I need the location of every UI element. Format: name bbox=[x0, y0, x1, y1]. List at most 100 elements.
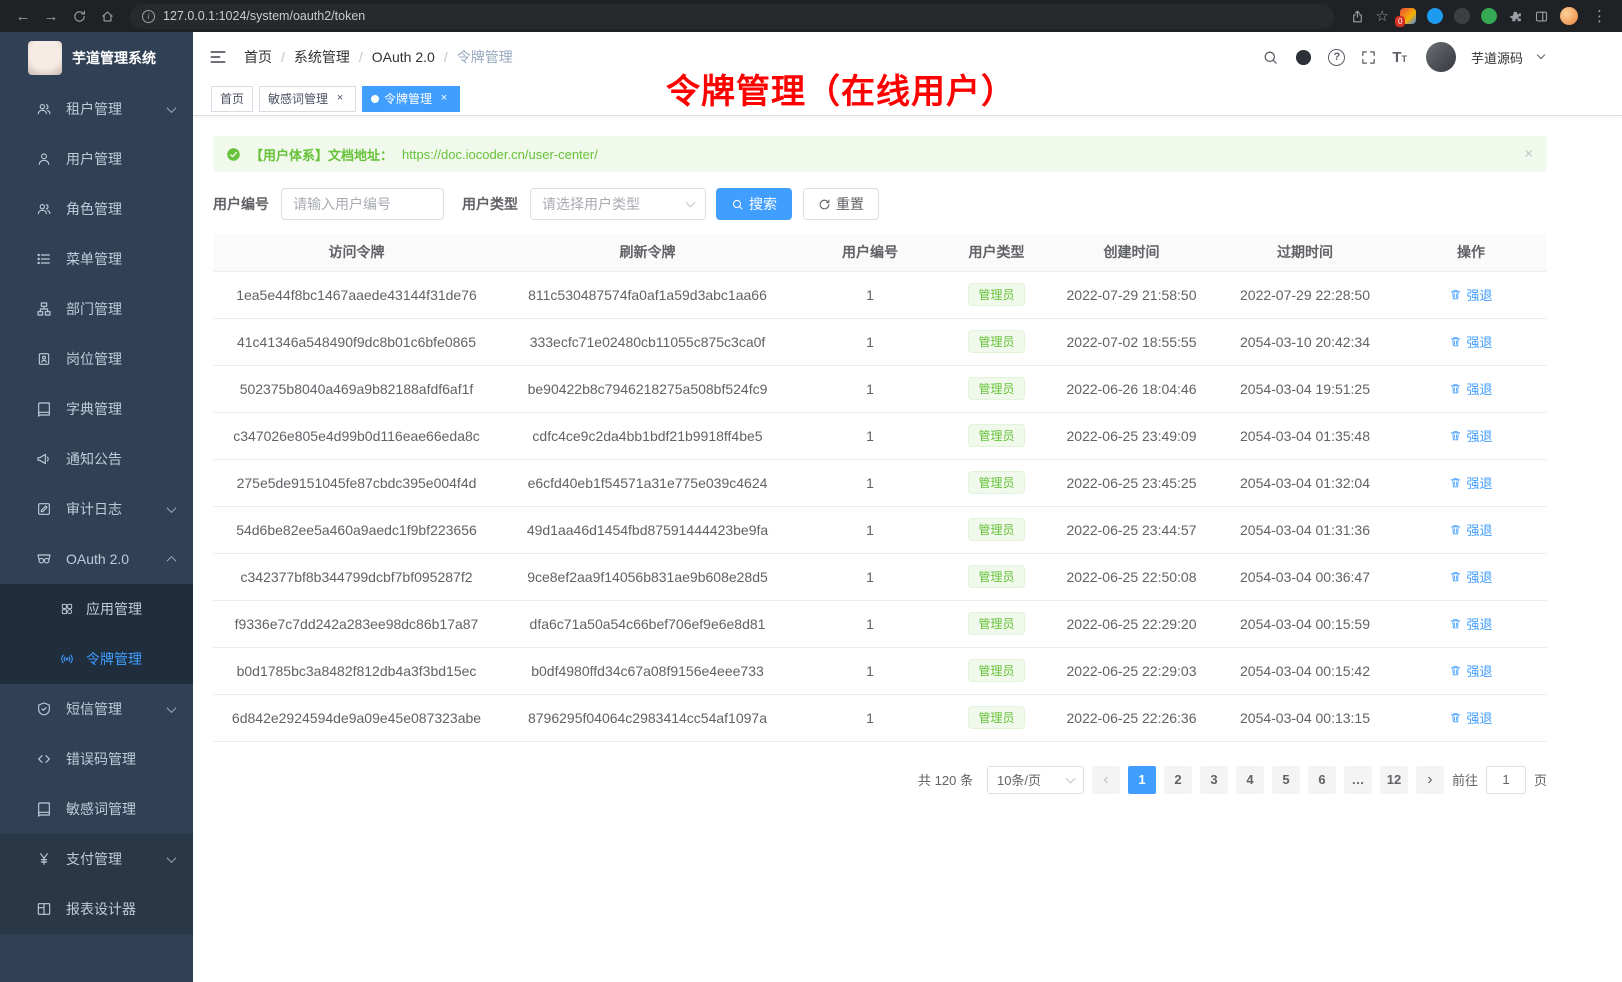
tab-close-icon[interactable]: × bbox=[437, 92, 451, 106]
browser-profile-avatar[interactable] bbox=[1560, 7, 1578, 25]
force-logout-button[interactable]: 强退 bbox=[1449, 285, 1492, 304]
tab-sensitive-words[interactable]: 敏感词管理 × bbox=[259, 86, 356, 112]
sidebar-item[interactable]: 用户管理 bbox=[0, 134, 193, 184]
table-row: 1ea5e44f8bc1467aaede43144f31de76 811c530… bbox=[213, 271, 1547, 318]
page-button[interactable]: 6 bbox=[1308, 766, 1336, 794]
sidebar-item[interactable]: 菜单管理 bbox=[0, 234, 193, 284]
extension-icon-green[interactable] bbox=[1481, 8, 1497, 24]
force-logout-button[interactable]: 强退 bbox=[1449, 379, 1492, 398]
user-type-cell: 管理员 bbox=[945, 600, 1048, 647]
breadcrumb: 首页 / 系统管理 / OAuth 2.0 / 令牌管理 bbox=[244, 47, 513, 67]
reset-button[interactable]: 重置 bbox=[803, 188, 879, 220]
extension-icon-blue[interactable] bbox=[1427, 8, 1443, 24]
help-icon[interactable]: ? bbox=[1328, 49, 1345, 66]
force-logout-button[interactable]: 强退 bbox=[1449, 614, 1492, 633]
force-logout-label: 强退 bbox=[1466, 614, 1492, 633]
url-bar[interactable]: i 127.0.0.1:1024/system/oauth2/token bbox=[130, 4, 1334, 29]
breadcrumb-item[interactable]: 系统管理 bbox=[294, 47, 350, 67]
breadcrumb-item[interactable]: 首页 bbox=[244, 47, 272, 67]
force-logout-button[interactable]: 强退 bbox=[1449, 473, 1492, 492]
side-panel-icon[interactable] bbox=[1534, 9, 1549, 24]
sidebar-item[interactable]: 岗位管理 bbox=[0, 334, 193, 384]
page-button[interactable]: 2 bbox=[1164, 766, 1192, 794]
page-button[interactable]: 1 bbox=[1128, 766, 1156, 794]
user-avatar[interactable] bbox=[1426, 42, 1456, 72]
browser-forward-button[interactable]: → bbox=[38, 3, 64, 29]
app-icon bbox=[60, 602, 74, 616]
page-size-select[interactable]: 10条/页 bbox=[987, 766, 1084, 794]
page-ellipsis[interactable]: … bbox=[1344, 766, 1372, 794]
share-icon[interactable] bbox=[1350, 9, 1365, 24]
force-logout-label: 强退 bbox=[1466, 379, 1492, 398]
sidebar-item[interactable]: 部门管理 bbox=[0, 284, 193, 334]
page-button[interactable]: 4 bbox=[1236, 766, 1264, 794]
sidebar-item[interactable]: 短信管理 bbox=[0, 684, 193, 734]
action-cell: 强退 bbox=[1395, 459, 1547, 506]
force-logout-button[interactable]: 强退 bbox=[1449, 520, 1492, 539]
site-info-icon[interactable]: i bbox=[142, 10, 155, 23]
next-page-button[interactable]: › bbox=[1416, 766, 1444, 794]
search-icon[interactable] bbox=[1262, 49, 1279, 66]
browser-reload-button[interactable] bbox=[66, 3, 92, 29]
search-button[interactable]: 搜索 bbox=[716, 188, 792, 220]
breadcrumb-item[interactable]: OAuth 2.0 bbox=[372, 49, 435, 65]
sidebar-item[interactable]: 通知公告 bbox=[0, 434, 193, 484]
force-logout-button[interactable]: 强退 bbox=[1449, 567, 1492, 586]
extension-icon-dark[interactable] bbox=[1454, 8, 1470, 24]
tab-label: 敏感词管理 bbox=[268, 90, 328, 107]
signal-icon bbox=[60, 652, 74, 666]
sidebar-item[interactable]: 角色管理 bbox=[0, 184, 193, 234]
alert-close-icon[interactable]: × bbox=[1524, 146, 1533, 163]
access-token-cell: 502375b8040a469a9b82188afdf6af1f bbox=[213, 365, 500, 412]
doc-link[interactable]: https://doc.iocoder.cn/user-center/ bbox=[402, 147, 598, 162]
force-logout-label: 强退 bbox=[1466, 285, 1492, 304]
goto-page-input[interactable] bbox=[1486, 766, 1526, 794]
book-icon bbox=[36, 401, 52, 417]
font-size-icon[interactable]: TT bbox=[1392, 50, 1407, 65]
force-logout-button[interactable]: 强退 bbox=[1449, 426, 1492, 445]
force-logout-button[interactable]: 强退 bbox=[1449, 708, 1492, 727]
app-logo: 芋道管理系统 bbox=[0, 32, 193, 84]
page-button[interactable]: 12 bbox=[1380, 766, 1408, 794]
refresh-token-cell: dfa6c71a50a54c66bef706ef9e6e8d81 bbox=[500, 600, 795, 647]
user-id-cell: 1 bbox=[795, 412, 945, 459]
fullscreen-icon[interactable] bbox=[1360, 49, 1377, 66]
github-icon[interactable] bbox=[1294, 48, 1313, 67]
access-token-cell: 1ea5e44f8bc1467aaede43144f31de76 bbox=[213, 271, 500, 318]
force-logout-button[interactable]: 强退 bbox=[1449, 332, 1492, 351]
chevron-down-icon[interactable] bbox=[1537, 51, 1545, 59]
user-type-badge: 管理员 bbox=[968, 565, 1024, 588]
success-check-icon bbox=[226, 147, 241, 162]
browser-menu-icon[interactable]: ⋮ bbox=[1589, 7, 1610, 25]
sidebar-item[interactable]: 审计日志 bbox=[0, 484, 193, 534]
sidebar-item[interactable]: 应用管理 bbox=[0, 584, 193, 634]
tab-home[interactable]: 首页 bbox=[211, 86, 253, 112]
prev-page-button[interactable]: ‹ bbox=[1092, 766, 1120, 794]
sidebar-item[interactable]: 敏感词管理 bbox=[0, 784, 193, 834]
tab-close-icon[interactable]: × bbox=[333, 92, 347, 106]
tab-token-management[interactable]: 令牌管理 × bbox=[362, 86, 460, 112]
sidebar-item[interactable]: 报表设计器 bbox=[0, 884, 193, 934]
sidebar-item[interactable]: OAuth 2.0 bbox=[0, 534, 193, 584]
action-cell: 强退 bbox=[1395, 365, 1547, 412]
page-button[interactable]: 5 bbox=[1272, 766, 1300, 794]
bookmark-star-icon[interactable]: ☆ bbox=[1376, 7, 1389, 25]
force-logout-button[interactable]: 强退 bbox=[1449, 661, 1492, 680]
sidebar-item[interactable]: 错误码管理 bbox=[0, 734, 193, 784]
sidebar-item[interactable]: 租户管理 bbox=[0, 84, 193, 134]
hamburger-icon[interactable] bbox=[208, 47, 228, 67]
yen-icon bbox=[36, 851, 52, 867]
sidebar-item[interactable]: 支付管理 bbox=[0, 834, 193, 884]
user-id-input[interactable] bbox=[281, 188, 444, 220]
extension-icon-colorful[interactable]: 0 bbox=[1400, 8, 1416, 24]
page-button[interactable]: 3 bbox=[1200, 766, 1228, 794]
sidebar-item[interactable]: 令牌管理 bbox=[0, 634, 193, 684]
extensions-puzzle-icon[interactable] bbox=[1508, 9, 1523, 24]
user-name[interactable]: 芋道源码 bbox=[1471, 48, 1523, 67]
browser-back-button[interactable]: ← bbox=[10, 3, 36, 29]
col-create-time: 创建时间 bbox=[1048, 234, 1215, 271]
user-type-select[interactable]: 请选择用户类型 bbox=[530, 188, 706, 220]
sidebar-item-label: 短信管理 bbox=[66, 699, 122, 719]
sidebar-item[interactable]: 字典管理 bbox=[0, 384, 193, 434]
browser-home-button[interactable] bbox=[94, 3, 120, 29]
